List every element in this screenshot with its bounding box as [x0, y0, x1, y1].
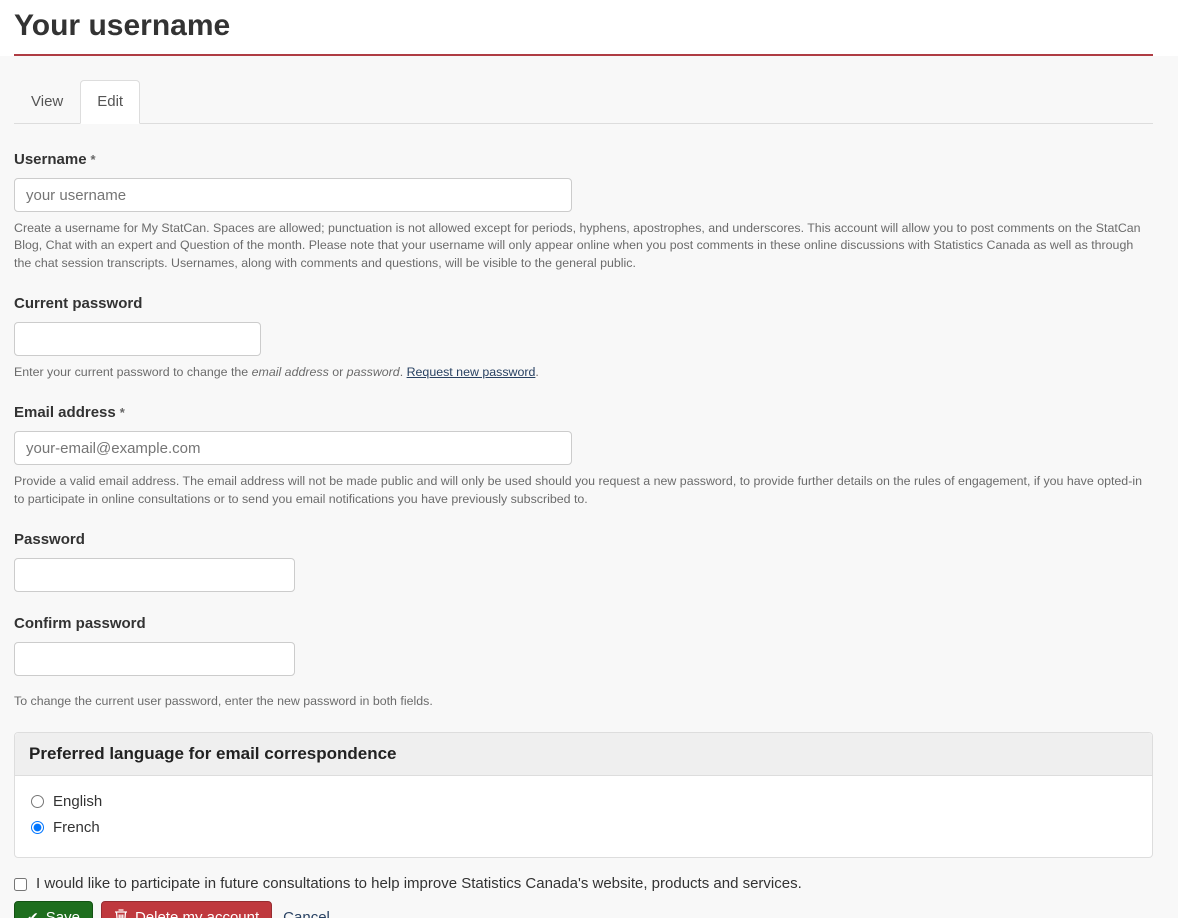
radio-english-label: English — [53, 792, 103, 810]
page-header: Your username — [0, 0, 1178, 56]
username-help: Create a username for My StatCan. Spaces… — [14, 221, 1141, 270]
password-field-group: Password — [14, 531, 1153, 593]
consultation-opt-in[interactable]: I would like to participate in future co… — [14, 875, 1153, 892]
language-fieldset-legend: Preferred language for email corresponde… — [15, 732, 1152, 776]
tab-bar: View Edit — [14, 80, 1153, 124]
delete-account-button-label: Delete my account — [134, 908, 260, 918]
language-option-french[interactable]: French — [29, 819, 1138, 836]
page-title: Your username — [14, 9, 1153, 56]
main-content: View Edit Username* Create a username fo… — [0, 56, 1178, 918]
email-label: Email address * — [14, 404, 125, 422]
confirm-password-field-group: Confirm password To change the current u… — [14, 615, 1153, 710]
password-input[interactable] — [14, 558, 295, 593]
required-marker: * — [90, 152, 96, 167]
username-label: Username * — [14, 151, 96, 168]
current-password-label: Current password — [14, 295, 143, 313]
radio-english[interactable] — [31, 794, 44, 808]
confirm-password-label: Confirm password — [14, 615, 146, 633]
email-help: Provide a valid email address. The email… — [14, 474, 1142, 506]
current-password-input[interactable] — [14, 322, 261, 357]
radio-french-label: French — [53, 818, 100, 836]
required-marker: * — [119, 405, 125, 421]
tab-view[interactable]: View — [14, 80, 80, 124]
cancel-link[interactable]: Cancel — [283, 909, 330, 918]
password-label: Password — [14, 531, 85, 549]
email-input[interactable] — [14, 431, 572, 466]
save-button[interactable]: ✔ Save — [14, 900, 93, 918]
consultation-checkbox[interactable] — [14, 877, 27, 891]
save-button-label: Save — [45, 908, 80, 918]
username-field-group: Username* Create a username for My StatC… — [14, 151, 1153, 272]
request-new-password-link[interactable]: Request new password — [407, 365, 536, 379]
tab-edit[interactable]: Edit — [80, 80, 141, 124]
confirm-password-input[interactable] — [14, 642, 295, 677]
email-field-group: Email address* Provide a valid email add… — [14, 404, 1153, 508]
radio-french[interactable] — [31, 820, 44, 834]
passwords-help: To change the current user password, ent… — [14, 694, 433, 709]
language-fieldset-body: English French — [15, 776, 1152, 857]
username-input[interactable] — [14, 178, 572, 212]
page: Your username View Edit Username* Create… — [0, 0, 1178, 918]
consultation-label: I would like to participate in future co… — [36, 874, 802, 892]
trash-icon — [114, 908, 128, 918]
language-option-english[interactable]: English — [29, 793, 1138, 810]
delete-account-button[interactable]: Delete my account — [100, 900, 273, 918]
check-icon: ✔ — [27, 909, 39, 918]
language-fieldset: Preferred language for email corresponde… — [14, 731, 1153, 858]
current-password-help: Enter your current password to change th… — [14, 365, 539, 380]
form-actions: ✔ Save Delete my account Cancel — [14, 900, 1153, 918]
account-edit-form: Username* Create a username for My StatC… — [14, 151, 1153, 918]
current-password-field-group: Current password Enter your current pass… — [14, 295, 1153, 381]
